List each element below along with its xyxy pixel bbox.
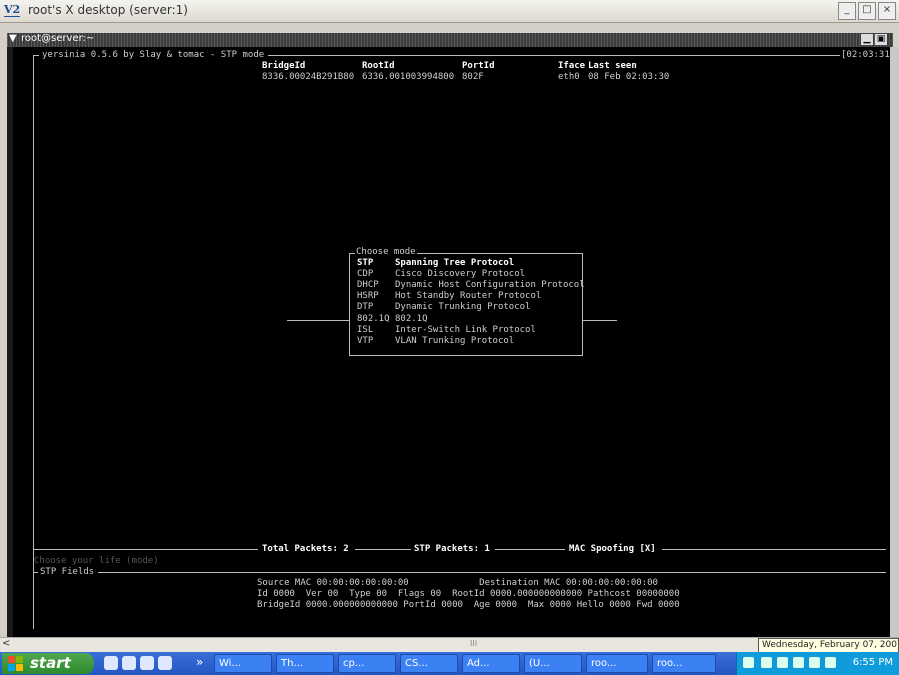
terminal-maximize-button[interactable]: ▣ <box>875 34 887 45</box>
taskbar: start » Wi... Th... cp... CS... Ad... (U… <box>0 652 899 675</box>
quicklaunch-ie-icon[interactable] <box>140 656 154 670</box>
tray-icon[interactable] <box>761 657 772 668</box>
stp-field-line[interactable]: Source MAC 00:00:00:00:00:00 Destination… <box>257 578 658 589</box>
border-line <box>268 55 840 56</box>
taskbar-item[interactable]: Th... <box>276 654 334 673</box>
start-label: start <box>30 654 71 672</box>
quicklaunch-overflow[interactable]: » <box>196 655 203 669</box>
mode-item-dhcp-name[interactable]: Dynamic Host Configuration Protocol <box>395 280 585 291</box>
taskbar-item[interactable]: cp... <box>338 654 396 673</box>
scroll-left-arrow-icon[interactable]: < <box>2 638 10 649</box>
mode-item-dtp-name[interactable]: Dynamic Trunking Protocol <box>395 302 530 313</box>
mode-item-dtp-code[interactable]: DTP <box>357 302 373 313</box>
close-button[interactable]: × <box>878 2 896 20</box>
col-lastseen: Last seen <box>588 61 637 71</box>
row-rootid[interactable]: 6336.001003994800 <box>362 72 454 83</box>
border-line <box>98 572 886 573</box>
mode-item-isl-name[interactable]: Inter-Switch Link Protocol <box>395 325 536 336</box>
date-tooltip: Wednesday, February 07, 2007 <box>758 638 899 653</box>
minimize-button[interactable]: _ <box>838 2 856 20</box>
header-time: [02:03:31 <box>841 50 890 60</box>
mode-item-cdp-code[interactable]: CDP <box>357 269 373 280</box>
stp-packets: STP Packets: 1 <box>414 544 490 554</box>
mode-item-hsrp-name[interactable]: Hot Standby Router Protocol <box>395 291 541 302</box>
tray-icon[interactable] <box>825 657 836 668</box>
mode-item-vtp-name[interactable]: VLAN Trunking Protocol <box>395 336 514 347</box>
vnc-app-icon: V2 <box>4 3 21 17</box>
taskbar-item[interactable]: Ad... <box>462 654 520 673</box>
quicklaunch-media-icon[interactable] <box>158 656 172 670</box>
center-line-left <box>287 320 349 321</box>
header-title: yersinia 0.5.6 by Slay & tomac - STP mod… <box>42 50 265 60</box>
prompt-hint: Choose your life (mode) <box>34 556 159 566</box>
mode-item-8021q-code[interactable]: 802.1Q <box>357 314 390 325</box>
border-line <box>495 549 565 550</box>
vertical-scrollbar[interactable] <box>890 47 899 637</box>
clock[interactable]: 6:55 PM <box>853 657 893 668</box>
col-portid: PortId <box>462 61 495 71</box>
row-lastseen[interactable]: 08 Feb 02:03:30 <box>588 72 669 83</box>
stp-field-line[interactable]: Id 0000 Ver 00 Type 00 Flags 00 RootId 0… <box>257 589 680 600</box>
terminal-left-border <box>7 47 13 637</box>
mode-item-cdp-name[interactable]: Cisco Discovery Protocol <box>395 269 525 280</box>
quicklaunch-desktop-icon[interactable] <box>104 656 118 670</box>
taskbar-item[interactable]: roo... <box>586 654 648 673</box>
stp-field-line[interactable]: BridgeId 0000.000000000000 PortId 0000 A… <box>257 600 680 611</box>
total-packets: Total Packets: 2 <box>262 544 349 554</box>
taskbar-item[interactable]: roo... <box>652 654 716 673</box>
border-line <box>662 549 886 550</box>
border-line <box>33 572 38 573</box>
network-icon[interactable] <box>777 657 788 668</box>
col-rootid: RootId <box>362 61 395 71</box>
terminal-minimize-button[interactable]: ▁ <box>861 34 873 45</box>
terminal-title: root@server:~ <box>21 33 95 44</box>
dialog-title: Choose mode <box>355 247 417 258</box>
border-line <box>355 549 411 550</box>
maximize-button[interactable]: □ <box>858 2 876 20</box>
scroll-thumb-grip[interactable]: III <box>470 639 477 648</box>
taskbar-item[interactable]: CS... <box>400 654 458 673</box>
mode-item-vtp-code[interactable]: VTP <box>357 336 373 347</box>
mode-item-isl-code[interactable]: ISL <box>357 325 373 336</box>
mac-spoofing[interactable]: MAC Spoofing [X] <box>569 544 656 555</box>
mode-item-stp-code[interactable]: STP <box>357 258 373 269</box>
windows-logo-icon <box>8 656 23 671</box>
stp-fields-title: STP Fields <box>40 567 95 577</box>
taskbar-item[interactable]: (U... <box>524 654 582 673</box>
taskbar-item[interactable]: Wi... <box>214 654 272 673</box>
border-line <box>33 549 258 550</box>
window-titlebar[interactable]: V2 root's X desktop (server:1) _ □ × <box>0 0 899 23</box>
window-title: root's X desktop (server:1) <box>28 3 188 17</box>
volume-icon[interactable] <box>793 657 804 668</box>
col-bridgeid: BridgeId <box>262 61 306 71</box>
row-iface[interactable]: eth0 <box>558 72 580 83</box>
start-button[interactable]: start <box>2 653 94 674</box>
row-portid[interactable]: 802F <box>462 72 484 83</box>
mode-item-hsrp-code[interactable]: HSRP <box>357 291 379 302</box>
quicklaunch-explorer-icon[interactable] <box>122 656 136 670</box>
mode-item-dhcp-code[interactable]: DHCP <box>357 280 379 291</box>
help-icon[interactable] <box>743 657 754 668</box>
mode-item-stp-name[interactable]: Spanning Tree Protocol <box>395 258 514 269</box>
mode-item-8021q-name[interactable]: 802.1Q <box>395 314 428 325</box>
terminal-titlebar[interactable]: ▼ root@server:~ ▁ ▣ <box>7 33 893 47</box>
center-line-right <box>582 320 617 321</box>
tray-icon[interactable] <box>809 657 820 668</box>
row-bridgeid[interactable]: 8336.00024B291B80 <box>262 72 354 83</box>
border-line <box>33 55 34 629</box>
chevron-down-icon[interactable]: ▼ <box>9 33 17 44</box>
col-iface: Iface <box>558 61 586 71</box>
system-tray: 6:55 PM <box>736 652 899 675</box>
